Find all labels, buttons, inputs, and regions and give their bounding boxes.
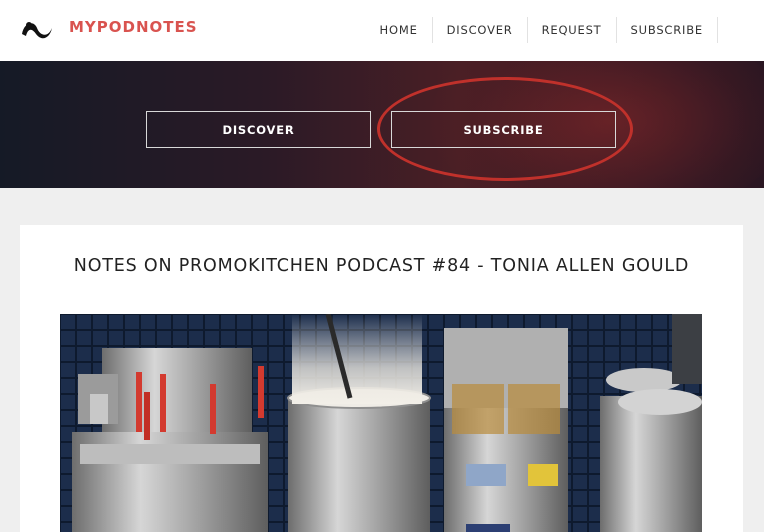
- site-header: MYPODNOTES HOME DISCOVER REQUEST SUBSCRI…: [0, 0, 764, 61]
- nav-request[interactable]: REQUEST: [528, 17, 617, 43]
- highlight-circle: [377, 77, 633, 181]
- nav-discover[interactable]: DISCOVER: [433, 17, 528, 43]
- nav-subscribe[interactable]: SUBSCRIBE: [617, 17, 718, 43]
- post-image: [60, 314, 702, 532]
- twitter-link[interactable]: [718, 17, 746, 43]
- main-nav: HOME DISCOVER REQUEST SUBSCRIBE: [366, 17, 746, 43]
- logo-icon[interactable]: [20, 16, 54, 44]
- nav-home[interactable]: HOME: [366, 17, 433, 43]
- post-card: NOTES ON PROMOKITCHEN PODCAST #84 - TONI…: [20, 225, 743, 532]
- hero-banner: DISCOVER SUBSCRIBE: [0, 61, 764, 188]
- post-title[interactable]: NOTES ON PROMOKITCHEN PODCAST #84 - TONI…: [60, 253, 703, 280]
- brand-name[interactable]: MYPODNOTES: [69, 18, 198, 36]
- discover-button[interactable]: DISCOVER: [146, 111, 371, 148]
